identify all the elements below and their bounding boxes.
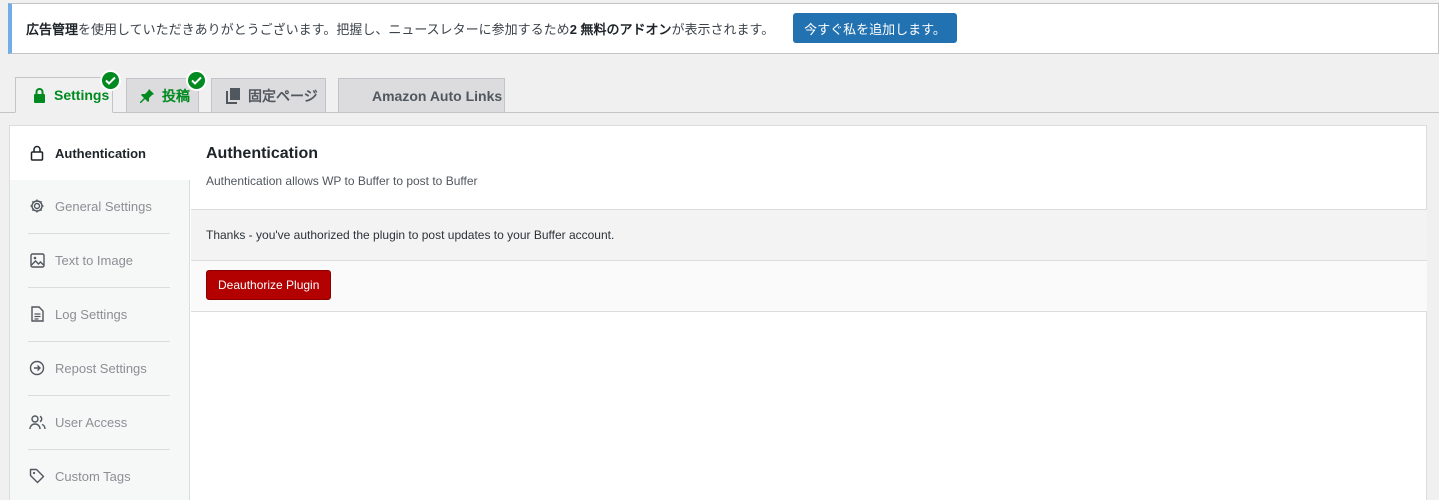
- notice-text: 広告管理を使用していただきありがとうございます。把握し、ニュースレターに参加する…: [26, 19, 774, 38]
- pages-icon: [224, 87, 242, 105]
- tab-settings[interactable]: Settings: [15, 77, 113, 113]
- status-message: Thanks - you've authorized the plugin to…: [191, 209, 1427, 261]
- notice-text-1: を使用していただきありがとうございます。把握し、ニュースレターに参加するため: [78, 22, 570, 37]
- sidebar-item-label: Custom Tags: [55, 468, 131, 484]
- document-icon: [28, 305, 46, 323]
- sidebar-item-text-to-image[interactable]: Text to Image: [10, 233, 190, 287]
- lock-icon: [28, 144, 46, 162]
- notice-bold-mid: 2 無料のアドオン: [569, 22, 672, 37]
- notice-text-2: が表示されます。: [671, 22, 775, 37]
- tab-posts-label: 投稿: [162, 87, 190, 104]
- sidebar-item-label: General Settings: [55, 198, 152, 214]
- pin-icon: [138, 87, 156, 105]
- settings-check-icon: [100, 70, 121, 91]
- tag-icon: [28, 467, 46, 485]
- add-me-button[interactable]: 今すぐ私を追加します。: [793, 13, 957, 43]
- sidebar-item-label: Authentication: [55, 145, 146, 161]
- arrow-circle-icon: [28, 359, 46, 377]
- image-icon: [28, 251, 46, 269]
- sidebar-item-label: User Access: [55, 414, 128, 430]
- action-row: Deauthorize Plugin: [191, 261, 1427, 312]
- sidebar-item-authentication[interactable]: Authentication: [10, 126, 191, 180]
- sidebar-item-custom-tags[interactable]: Custom Tags: [10, 449, 190, 500]
- settings-panel: Authentication General Settings Text to …: [9, 125, 1427, 500]
- settings-sidebar: Authentication General Settings Text to …: [10, 126, 191, 500]
- tab-pages-label: 固定ページ: [248, 87, 318, 104]
- status-message-text: Thanks - you've authorized the plugin to…: [206, 228, 615, 242]
- tab-settings-label: Settings: [54, 87, 110, 103]
- deauthorize-button[interactable]: Deauthorize Plugin: [206, 270, 332, 300]
- users-icon: [28, 413, 46, 431]
- page-description: Authentication allows WP to Buffer to po…: [206, 174, 478, 188]
- notice-bold-prefix: 広告管理: [26, 22, 79, 37]
- sidebar-item-label: Repost Settings: [55, 360, 147, 376]
- tab-amazon-label: Amazon Auto Links: [372, 87, 503, 104]
- addon-notice: 広告管理を使用していただきありがとうございます。把握し、ニュースレターに参加する…: [8, 3, 1439, 54]
- tab-amazon-auto-links[interactable]: Amazon Auto Links: [338, 78, 505, 113]
- sidebar-item-label: Log Settings: [55, 306, 128, 322]
- sidebar-item-label: Text to Image: [55, 252, 134, 268]
- tab-pages[interactable]: 固定ページ: [211, 78, 326, 113]
- sidebar-item-log-settings[interactable]: Log Settings: [10, 287, 190, 341]
- sidebar-item-general-settings[interactable]: General Settings: [10, 179, 190, 233]
- page-title: Authentication: [206, 145, 318, 162]
- sidebar-item-repost-settings[interactable]: Repost Settings: [10, 341, 190, 395]
- main-content: Authentication Authentication allows WP …: [191, 126, 1427, 500]
- sidebar-item-user-access[interactable]: User Access: [10, 395, 190, 449]
- gear-icon: [28, 197, 46, 215]
- lock-icon: [30, 86, 48, 104]
- posts-check-icon: [186, 70, 207, 91]
